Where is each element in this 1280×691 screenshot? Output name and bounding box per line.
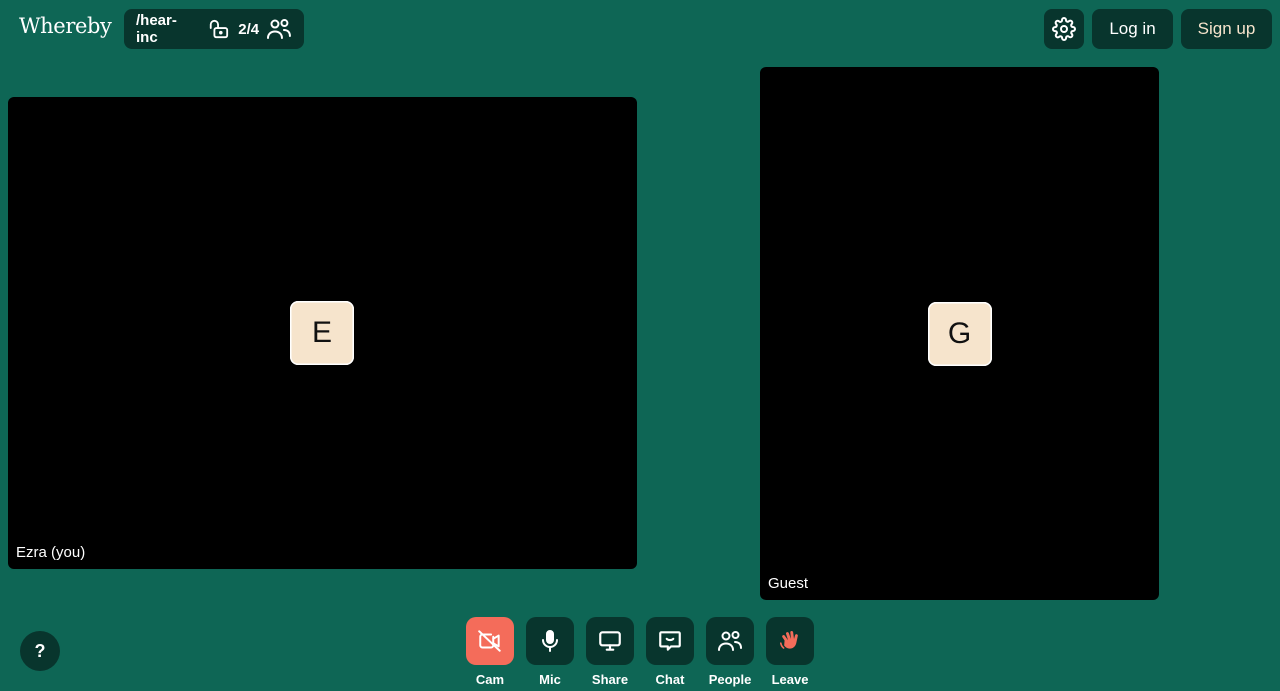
avatar: E [290, 301, 354, 365]
leave-label: Leave [771, 672, 809, 687]
people-button[interactable]: People [706, 617, 754, 687]
cam-label: Cam [475, 672, 505, 687]
people-icon [718, 631, 742, 651]
signup-button[interactable]: Sign up [1181, 9, 1272, 49]
waving-hand-icon [779, 631, 798, 649]
video-tile-self: E Ezra (you) [8, 97, 637, 569]
help-button[interactable]: ? [20, 631, 60, 671]
leave-button[interactable]: Leave [766, 617, 814, 687]
people-label: People [708, 672, 752, 687]
microphone-icon [542, 630, 558, 652]
whereby-logo[interactable]: Whereby [19, 14, 112, 38]
chat-icon [659, 631, 681, 651]
gear-icon [1052, 17, 1076, 41]
people-icon [267, 19, 292, 39]
share-button[interactable]: Share [586, 617, 634, 687]
mic-label: Mic [539, 672, 561, 687]
control-bar: Cam Mic Share Chat People Leave [466, 617, 814, 687]
share-label: Share [591, 672, 629, 687]
settings-button[interactable] [1044, 9, 1084, 49]
login-button[interactable]: Log in [1092, 9, 1173, 49]
mic-button[interactable]: Mic [526, 617, 574, 687]
avatar: G [927, 301, 992, 366]
room-name: /hear-inc [136, 12, 177, 46]
chat-label: Chat [655, 672, 685, 687]
room-info-pill[interactable]: /hear-inc 2/4 [124, 9, 304, 49]
screen-share-icon [599, 631, 621, 651]
video-tile-guest: G Guest [760, 67, 1159, 600]
cam-button[interactable]: Cam [466, 617, 514, 687]
unlocked-padlock-icon [210, 19, 229, 39]
participant-name: Guest [768, 575, 809, 592]
chat-button[interactable]: Chat [646, 617, 694, 687]
participant-count: 2/4 [238, 20, 260, 38]
camera-off-icon [478, 630, 501, 652]
participant-name: Ezra (you) [16, 544, 86, 561]
